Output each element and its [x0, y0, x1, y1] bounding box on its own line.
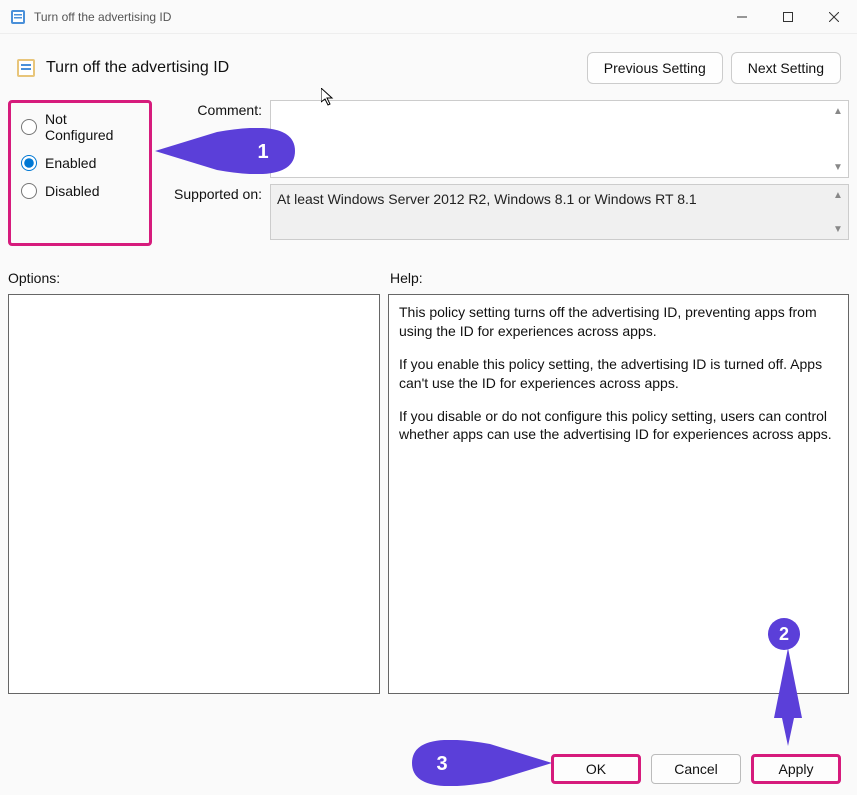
close-button[interactable] [811, 0, 857, 34]
radio-enabled-input[interactable] [21, 155, 37, 171]
next-setting-button[interactable]: Next Setting [731, 52, 841, 84]
scroll-up-icon[interactable]: ▲ [830, 103, 846, 119]
page-title: Turn off the advertising ID [46, 59, 579, 77]
footer: OK Cancel Apply [0, 743, 857, 795]
help-text: If you enable this policy setting, the a… [399, 355, 838, 393]
maximize-button[interactable] [765, 0, 811, 34]
comment-label: Comment: [160, 100, 270, 118]
policy-icon [16, 58, 36, 78]
comment-textarea[interactable]: ▲ ▼ [270, 100, 849, 178]
window-title: Turn off the advertising ID [34, 10, 719, 24]
supported-value: At least Windows Server 2012 R2, Windows… [277, 191, 697, 207]
help-panel: This policy setting turns off the advert… [388, 294, 849, 694]
comment-row: Comment: ▲ ▼ [160, 100, 849, 178]
supported-label: Supported on: [160, 184, 270, 202]
radio-label: Enabled [45, 155, 96, 171]
config-area: Not Configured Enabled Disabled Comment:… [0, 94, 857, 246]
section-labels: Options: Help: [0, 246, 857, 294]
policy-icon [10, 9, 26, 25]
panels: This policy setting turns off the advert… [0, 294, 857, 694]
radio-disabled[interactable]: Disabled [21, 183, 139, 199]
minimize-button[interactable] [719, 0, 765, 34]
radio-not-configured-input[interactable] [21, 119, 37, 135]
state-radio-group: Not Configured Enabled Disabled [8, 100, 152, 246]
radio-label: Not Configured [45, 111, 139, 143]
options-label: Options: [8, 270, 390, 286]
apply-button[interactable]: Apply [751, 754, 841, 784]
titlebar: Turn off the advertising ID [0, 0, 857, 34]
scroll-down-icon[interactable]: ▼ [830, 221, 846, 237]
help-label: Help: [390, 270, 423, 286]
help-text: If you disable or do not configure this … [399, 407, 838, 445]
radio-enabled[interactable]: Enabled [21, 155, 139, 171]
field-column: Comment: ▲ ▼ Supported on: At least Wind… [152, 100, 849, 246]
help-text: This policy setting turns off the advert… [399, 303, 838, 341]
radio-disabled-input[interactable] [21, 183, 37, 199]
supported-textarea: At least Windows Server 2012 R2, Windows… [270, 184, 849, 240]
options-panel [8, 294, 380, 694]
previous-setting-button[interactable]: Previous Setting [587, 52, 723, 84]
scroll-down-icon[interactable]: ▼ [830, 159, 846, 175]
ok-button[interactable]: OK [551, 754, 641, 784]
cancel-button[interactable]: Cancel [651, 754, 741, 784]
header: Turn off the advertising ID Previous Set… [0, 34, 857, 94]
supported-row: Supported on: At least Windows Server 20… [160, 184, 849, 240]
scroll-up-icon[interactable]: ▲ [830, 187, 846, 203]
radio-not-configured[interactable]: Not Configured [21, 111, 139, 143]
radio-label: Disabled [45, 183, 99, 199]
